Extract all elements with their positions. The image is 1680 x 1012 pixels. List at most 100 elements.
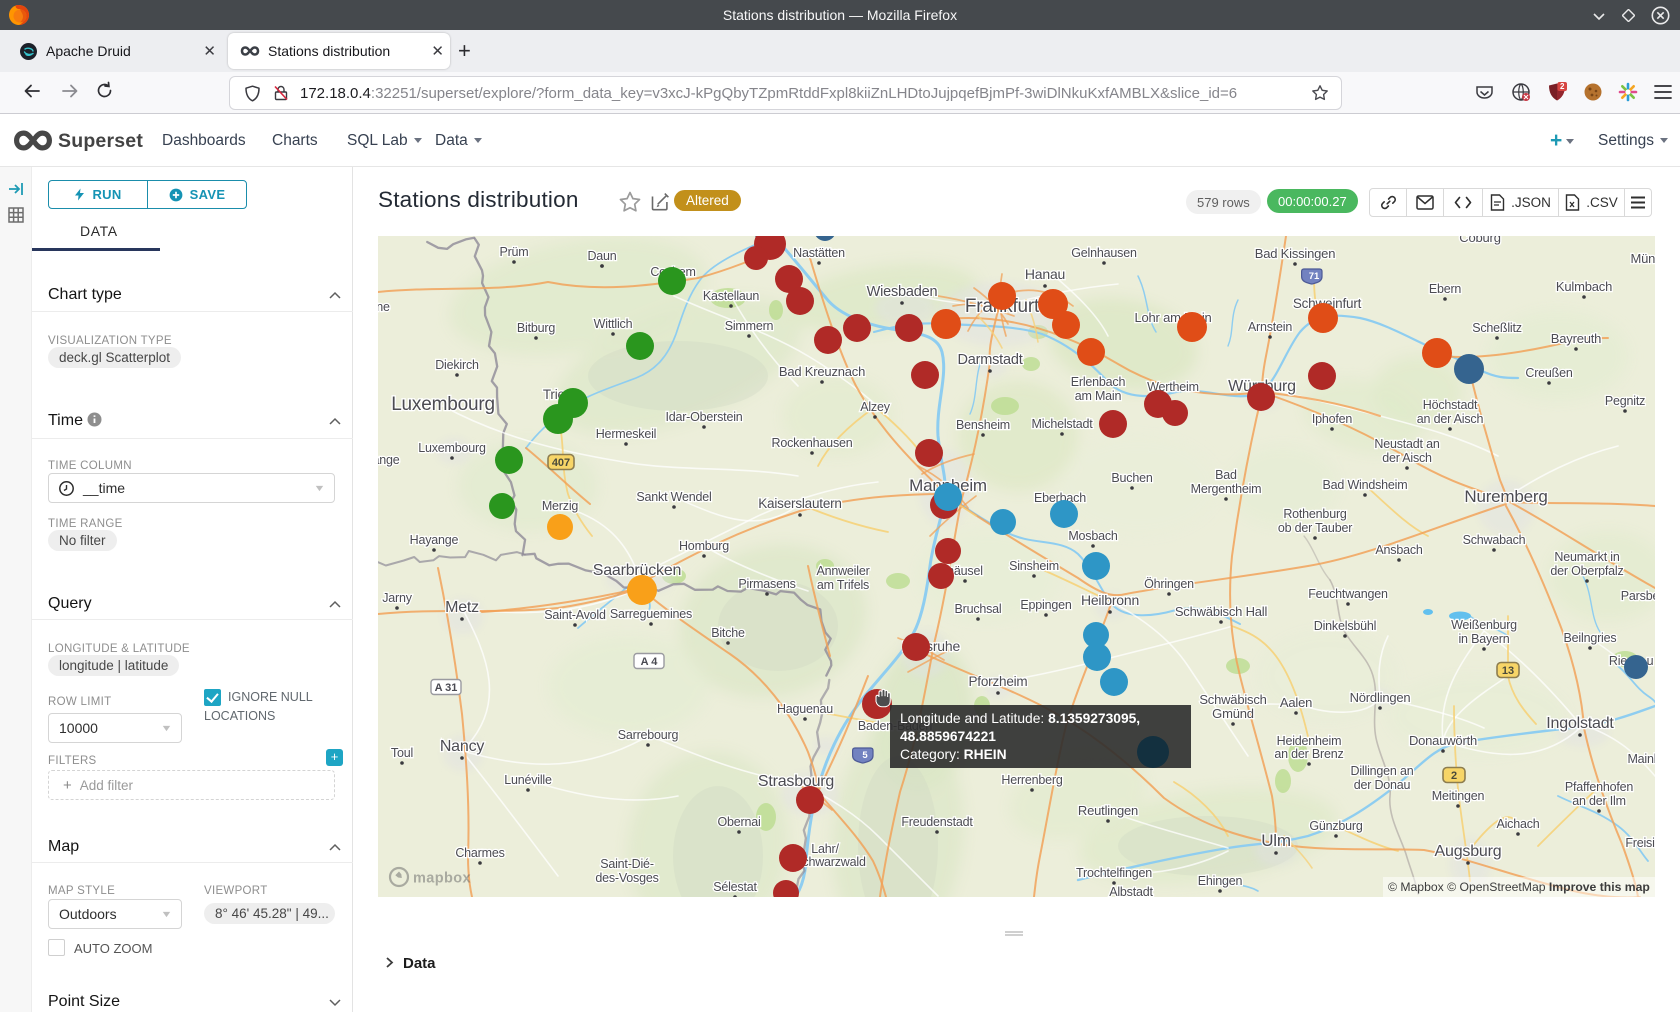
- svg-text:Hayange: Hayange: [410, 533, 459, 547]
- svg-text:Freudenstadt: Freudenstadt: [901, 815, 973, 829]
- svg-text:Aalen: Aalen: [1280, 695, 1312, 710]
- svg-text:Dinkelsbühl: Dinkelsbühl: [1314, 619, 1376, 633]
- svg-text:Mergentheim: Mergentheim: [1191, 482, 1262, 496]
- svg-text:Mainb: Mainb: [1627, 752, 1655, 766]
- svg-text:Donauwörth: Donauwörth: [1409, 733, 1477, 748]
- svg-text:Daun: Daun: [587, 249, 616, 263]
- svg-text:Pforzheim: Pforzheim: [969, 674, 1028, 689]
- svg-text:Bayreuth: Bayreuth: [1551, 331, 1601, 346]
- svg-text:Sankt Wendel: Sankt Wendel: [636, 490, 711, 504]
- svg-text:Sélestat: Sélestat: [713, 880, 757, 894]
- svg-text:ne: ne: [378, 300, 390, 314]
- svg-text:Iphofen: Iphofen: [1312, 412, 1353, 426]
- svg-text:Gelnhausen: Gelnhausen: [1071, 246, 1137, 260]
- svg-text:Ebern: Ebern: [1429, 282, 1462, 296]
- svg-text:Nördlingen: Nördlingen: [1350, 690, 1411, 705]
- svg-text:48.8859674221: 48.8859674221: [900, 729, 996, 744]
- svg-text:Coburg: Coburg: [1459, 236, 1500, 245]
- svg-text:Höchstadt: Höchstadt: [1423, 398, 1478, 412]
- svg-text:Simmern: Simmern: [725, 319, 774, 333]
- svg-text:Luxembourg: Luxembourg: [418, 441, 486, 455]
- svg-text:Kulmbach: Kulmbach: [1556, 279, 1612, 294]
- svg-text:Neumarkt in: Neumarkt in: [1554, 550, 1619, 564]
- svg-text:Nuremberg: Nuremberg: [1464, 487, 1547, 506]
- svg-text:Merzig: Merzig: [542, 499, 579, 513]
- svg-text:Ansbach: Ansbach: [1375, 543, 1422, 557]
- svg-text:der Aisch: der Aisch: [1382, 451, 1432, 465]
- svg-text:Scheßlitz: Scheßlitz: [1472, 321, 1522, 335]
- svg-text:Pegnitz: Pegnitz: [1605, 394, 1645, 408]
- svg-text:Haguenau: Haguenau: [777, 702, 833, 716]
- svg-text:Darmstadt: Darmstadt: [957, 352, 1022, 368]
- svg-text:Ulm: Ulm: [1261, 831, 1291, 850]
- svg-text:mapbox: mapbox: [413, 871, 471, 887]
- svg-text:Saint-Dié-: Saint-Dié-: [600, 857, 654, 871]
- svg-text:ange: ange: [378, 453, 400, 467]
- svg-text:an der Aisch: an der Aisch: [1417, 412, 1484, 426]
- svg-text:Idar-Oberstein: Idar-Oberstein: [665, 410, 742, 424]
- svg-text:Sinsheim: Sinsheim: [1009, 559, 1059, 573]
- svg-text:Ingolstadt: Ingolstadt: [1546, 715, 1614, 732]
- svg-text:Ehingen: Ehingen: [1198, 874, 1243, 888]
- svg-text:Strasbourg: Strasbourg: [758, 773, 834, 790]
- svg-text:407: 407: [552, 457, 570, 469]
- svg-text:Aichach: Aichach: [1496, 817, 1539, 831]
- svg-text:Heilbronn: Heilbronn: [1081, 592, 1139, 608]
- svg-text:Erlenbach: Erlenbach: [1071, 375, 1126, 389]
- svg-text:Sarreguemines: Sarreguemines: [610, 607, 692, 621]
- svg-text:Homburg: Homburg: [679, 539, 729, 553]
- svg-text:an der Brenz: an der Brenz: [1274, 747, 1343, 761]
- svg-text:am Main: am Main: [1075, 389, 1122, 403]
- svg-text:Schwäbisch: Schwäbisch: [1199, 692, 1266, 707]
- svg-text:Weißenburg: Weißenburg: [1451, 618, 1517, 632]
- svg-text:am Trifels: am Trifels: [817, 578, 869, 592]
- svg-text:Mosbach: Mosbach: [1068, 529, 1118, 543]
- svg-text:Pfaffenhofen: Pfaffenhofen: [1565, 780, 1634, 794]
- svg-text:Saint-Avold: Saint-Avold: [544, 608, 606, 622]
- svg-text:Albstadt: Albstadt: [1109, 885, 1153, 897]
- svg-text:Alzey: Alzey: [860, 400, 891, 414]
- svg-text:Nancy: Nancy: [440, 738, 485, 755]
- svg-text:Metz: Metz: [445, 599, 479, 616]
- svg-text:13: 13: [1502, 665, 1514, 677]
- svg-text:Heidenheim: Heidenheim: [1277, 734, 1342, 748]
- svg-text:© Mapbox © OpenStreetMap Impro: © Mapbox © OpenStreetMap Improve this ma…: [1388, 880, 1650, 894]
- svg-text:Trochtelfingen: Trochtelfingen: [1076, 866, 1152, 880]
- svg-text:Augsburg: Augsburg: [1435, 843, 1502, 860]
- svg-text:Arnstein: Arnstein: [1248, 320, 1293, 334]
- svg-text:Sarrebourg: Sarrebourg: [618, 728, 679, 742]
- svg-text:Category: RHEIN: Category: RHEIN: [900, 747, 1007, 762]
- svg-text:Toul: Toul: [391, 746, 413, 760]
- svg-text:Neustadt an: Neustadt an: [1374, 437, 1439, 451]
- svg-text:2: 2: [1560, 82, 1565, 91]
- svg-text:Günzburg: Günzburg: [1309, 819, 1363, 833]
- svg-text:Münc: Münc: [1631, 251, 1656, 266]
- svg-text:Gmünd: Gmünd: [1212, 706, 1254, 721]
- svg-text:Hermeskeil: Hermeskeil: [596, 427, 657, 441]
- svg-text:Hanau: Hanau: [1025, 266, 1065, 282]
- svg-text:Rockenhausen: Rockenhausen: [772, 436, 853, 450]
- svg-text:Charmes: Charmes: [455, 846, 504, 860]
- svg-text:der Oberpfalz: der Oberpfalz: [1550, 564, 1623, 578]
- svg-text:Bad Windsheim: Bad Windsheim: [1323, 478, 1408, 492]
- svg-text:Schwäbisch Hall: Schwäbisch Hall: [1175, 604, 1268, 619]
- svg-text:Bad Kissingen: Bad Kissingen: [1255, 246, 1336, 261]
- svg-text:Öhringen: Öhringen: [1144, 577, 1194, 591]
- svg-text:Michelstadt: Michelstadt: [1031, 417, 1093, 431]
- svg-text:Bitche: Bitche: [711, 626, 745, 640]
- svg-text:an der Ilm: an der Ilm: [1572, 794, 1626, 808]
- svg-text:Bad Kreuznach: Bad Kreuznach: [779, 364, 865, 379]
- svg-text:Schwabach: Schwabach: [1463, 533, 1526, 547]
- svg-text:Kaiserslautern: Kaiserslautern: [758, 496, 842, 511]
- svg-text:Longitude and Latitude: 8.1359: Longitude and Latitude: 8.1359273095,: [900, 711, 1140, 726]
- svg-text:Prüm: Prüm: [499, 245, 528, 259]
- svg-text:des-Vosges: des-Vosges: [595, 871, 658, 885]
- svg-text:Eppingen: Eppingen: [1020, 598, 1071, 612]
- svg-text:2: 2: [1451, 770, 1457, 782]
- svg-text:Nastätten: Nastätten: [793, 246, 845, 260]
- svg-text:Rothenburg: Rothenburg: [1283, 507, 1347, 521]
- svg-text:Diekirch: Diekirch: [435, 358, 479, 372]
- svg-text:der Donau: der Donau: [1354, 778, 1411, 792]
- svg-text:Bensheim: Bensheim: [956, 418, 1010, 432]
- svg-text:Wiesbaden: Wiesbaden: [867, 284, 938, 300]
